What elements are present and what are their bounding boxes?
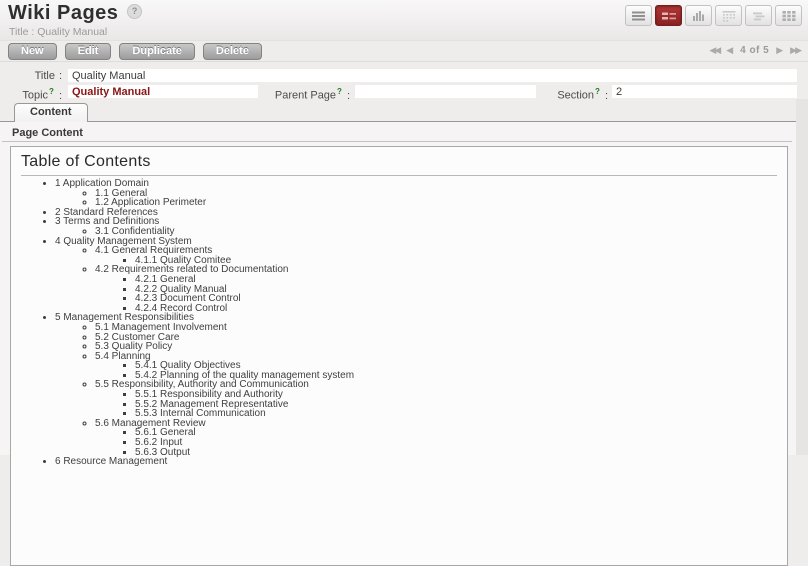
toc-item: 3.1 Confidentiality [95, 227, 777, 237]
table-of-contents: 1 Application Domain1.1 General1.2 Appli… [21, 179, 777, 467]
title-help-icon[interactable]: ? [127, 4, 142, 19]
next-record-icon[interactable]: ▶ [776, 45, 783, 56]
list-view-icon [631, 10, 647, 22]
calendar-view-icon [721, 10, 737, 22]
toc-item: 5 Management Responsibilities5.1 Managem… [55, 313, 777, 457]
content-panel: Page Content Table of Contents 1 Applica… [0, 122, 796, 455]
toc-item: 5.1 Management Involvement [95, 323, 777, 333]
last-record-icon[interactable]: ▶▶ [790, 45, 800, 56]
first-record-icon[interactable]: ◀◀ [709, 45, 719, 56]
toc-item: 6 Resource Management [55, 457, 777, 467]
toc-item: 5.6.2 Input [135, 438, 777, 448]
tab-content[interactable]: Content [14, 103, 88, 122]
page-header: Wiki Pages? Title : Quality Manual [0, 0, 808, 40]
record-subtitle: Title : Quality Manual [9, 26, 107, 38]
toc-item: 1 Application Domain1.1 General1.2 Appli… [55, 179, 777, 208]
toc-item: 4.2.3 Document Control [135, 294, 777, 304]
section-field[interactable] [612, 85, 797, 98]
parent-page-field[interactable] [355, 85, 536, 98]
topic-field[interactable] [68, 85, 258, 98]
page-content-label: Page Content [12, 127, 83, 139]
toc-item: 4.2 Requirements related to Documentatio… [95, 265, 777, 313]
pager-count: 4 of 5 [740, 45, 769, 56]
section-field-label: Section?: [538, 87, 608, 102]
duplicate-button[interactable]: Duplicate [119, 43, 195, 60]
edit-button[interactable]: Edit [65, 43, 112, 60]
section-separator [2, 141, 792, 142]
toc-item: 1.2 Application Perimeter [95, 198, 777, 208]
toc-item: 5.3 Quality Policy [95, 342, 777, 352]
toc-item: 4.2.4 Record Control [135, 304, 777, 314]
form-view-button[interactable] [655, 5, 682, 26]
toc-item: 2 Standard References [55, 208, 777, 218]
page-title-text: Wiki Pages [8, 2, 118, 24]
calendar-view-button[interactable] [715, 5, 742, 26]
toc-item: 5.5.3 Internal Communication [135, 409, 777, 419]
graph-view-icon [691, 10, 707, 22]
page-title: Wiki Pages? [8, 2, 142, 25]
graph-view-button[interactable] [685, 5, 712, 26]
toc-item: 5.6.3 Output [135, 448, 777, 458]
topic-field-label: Topic?: [0, 87, 62, 102]
title-field[interactable] [68, 69, 797, 82]
parent-page-field-label: Parent Page?: [258, 87, 350, 102]
new-button[interactable]: New [8, 43, 57, 60]
toc-item: 5.5 Responsibility, Authority and Commun… [95, 380, 777, 418]
title-field-label: Title: [0, 70, 62, 82]
toc-item: 5.2 Customer Care [95, 333, 777, 343]
gantt-view-button[interactable] [745, 5, 772, 26]
toc-item: 5.4 Planning5.4.1 Quality Objectives5.4.… [95, 352, 777, 381]
toc-item: 4.1 General Requirements4.1.1 Quality Co… [95, 246, 777, 265]
view-switcher [625, 5, 802, 26]
kanban-view-icon [781, 10, 797, 22]
delete-button[interactable]: Delete [203, 43, 262, 60]
toc-item: 5.6.1 General [135, 428, 777, 438]
toc-item: 5.6 Management Review5.6.1 General5.6.2 … [95, 419, 777, 457]
toc-item: 4.2.1 General [135, 275, 777, 285]
list-view-button[interactable] [625, 5, 652, 26]
action-buttons: New Edit Duplicate Delete [8, 43, 262, 60]
section-help-icon[interactable]: ? [595, 87, 600, 96]
toolbar: New Edit Duplicate Delete ◀◀ ◀ 4 of 5 ▶ … [0, 40, 808, 62]
topic-help-icon[interactable]: ? [49, 87, 54, 96]
kanban-view-button[interactable] [775, 5, 802, 26]
previous-record-icon[interactable]: ◀ [726, 45, 733, 56]
toc-title: Table of Contents [21, 153, 777, 176]
record-pager: ◀◀ ◀ 4 of 5 ▶ ▶▶ [709, 45, 800, 56]
gantt-view-icon [751, 10, 767, 22]
toc-item: 3 Terms and Definitions3.1 Confidentiali… [55, 217, 777, 236]
right-gutter [796, 99, 808, 455]
parent-page-help-icon[interactable]: ? [337, 87, 342, 96]
toc-item: 4 Quality Management System4.1 General R… [55, 237, 777, 314]
wiki-content-box: Table of Contents 1 Application Domain1.… [10, 146, 788, 566]
form-view-icon [661, 10, 677, 22]
